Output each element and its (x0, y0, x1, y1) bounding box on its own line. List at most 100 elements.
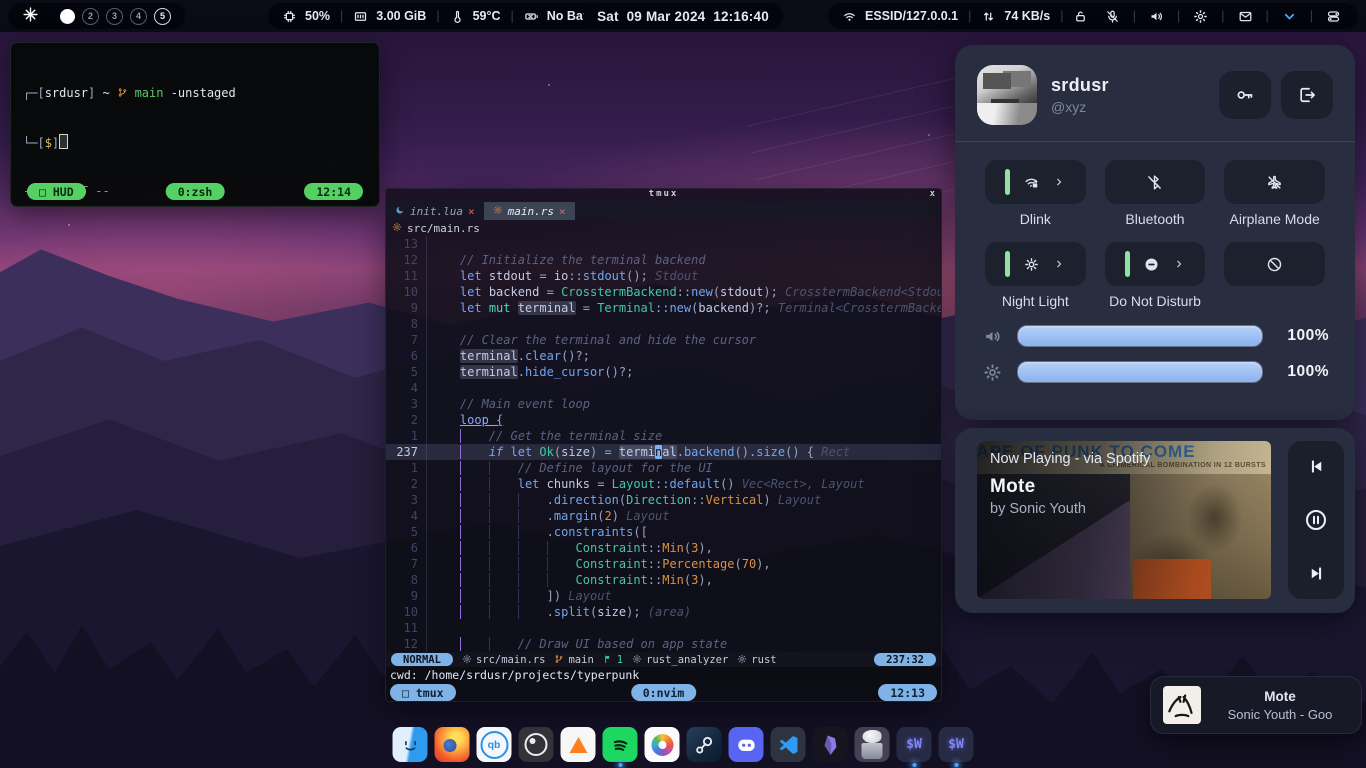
code-text: Constraint::Min(3), (431, 572, 713, 588)
clock[interactable]: Sat 09 Mar 2024 12:16:40 (583, 3, 783, 29)
toggle-dnd[interactable] (1105, 242, 1206, 286)
statusline-branch: main (568, 654, 593, 666)
media-notification[interactable]: Mote Sonic Youth - Goo (1150, 676, 1362, 734)
workspace-switcher[interactable]: 2345 (8, 3, 185, 29)
code-line[interactable]: 11 (386, 620, 941, 636)
toggle-nightlight[interactable] (985, 242, 1086, 286)
code-line[interactable]: 2 loop { (386, 412, 941, 428)
code-line[interactable]: 3 .direction(Direction::Vertical) Layout (386, 492, 941, 508)
toggle-bluetooth[interactable] (1105, 160, 1206, 204)
code-line[interactable]: 7 Constraint::Percentage(70), (386, 556, 941, 572)
dock-item-obsidian[interactable] (813, 727, 848, 762)
tmux-session-name[interactable]: □ tmux (390, 684, 456, 701)
code-line[interactable]: 8 Constraint::Min(3), (386, 572, 941, 588)
code-line[interactable]: 1 // Define layout for the UI (386, 460, 941, 476)
code-line[interactable]: 9 ]) Layout (386, 588, 941, 604)
chevron-right-icon[interactable] (1053, 176, 1065, 188)
code-line[interactable]: 6 terminal.clear()?; (386, 348, 941, 364)
workspace-2[interactable]: 2 (82, 8, 99, 25)
code-line[interactable]: 4 (386, 380, 941, 396)
workspace-5[interactable]: 5 (154, 8, 171, 25)
vpn-lock-icon (1073, 9, 1088, 24)
code-text: let mut terminal = Terminal::new(backend… (431, 300, 941, 316)
dock-item-sw-terminal-2[interactable]: $W (939, 727, 974, 762)
code-buffer[interactable]: 1312 // Initialize the terminal backend1… (386, 236, 941, 652)
code-line[interactable]: 10 let backend = CrosstermBackend::new(s… (386, 284, 941, 300)
volume-slider[interactable] (1017, 325, 1263, 347)
toggle-dlink[interactable] (985, 160, 1086, 204)
chevron-down-icon[interactable] (1282, 9, 1297, 24)
tab-init-lua[interactable]: init.lua × (386, 202, 484, 220)
track-artist: by Sonic Youth (990, 501, 1263, 517)
dock-item-firefox[interactable] (435, 727, 470, 762)
editor-window[interactable]: tmux x init.lua × main.rs × src/main.rs … (385, 188, 942, 702)
tmux-session-name[interactable]: □ HUD (27, 183, 86, 200)
pause-button[interactable] (1304, 508, 1328, 532)
logout-button[interactable] (1281, 71, 1333, 119)
workspace-4[interactable]: 4 (130, 8, 147, 25)
code-line[interactable]: 4 .margin(2) Layout (386, 508, 941, 524)
settings-gear-icon[interactable] (1193, 9, 1208, 24)
window-close-button[interactable]: x (930, 189, 935, 199)
quick-settings-icon[interactable] (1326, 9, 1341, 24)
dock-item-vscode[interactable] (771, 727, 806, 762)
code-line[interactable]: 3 // Main event loop (386, 396, 941, 412)
line-number: 4 (386, 380, 427, 396)
code-line[interactable]: 5 .constraints([ (386, 524, 941, 540)
tab-close-icon[interactable]: × (468, 205, 475, 218)
dock-item-steam[interactable] (687, 727, 722, 762)
dock-item-sw-terminal-1[interactable]: $W (897, 727, 932, 762)
code-line-current[interactable]: 237 if let Ok(size) = terminal.backend()… (386, 444, 941, 460)
temperature-value: 59°C (473, 9, 501, 23)
terminal-window[interactable]: ┌─[srdusr] ~ main -unstaged └─[$] -- INS… (10, 42, 380, 207)
rust-file-icon (493, 205, 503, 217)
editor-tabline: init.lua × main.rs × (386, 202, 941, 220)
code-line[interactable]: 7 // Clear the terminal and hide the cur… (386, 332, 941, 348)
code-line[interactable]: 9 let mut terminal = Terminal::new(backe… (386, 300, 941, 316)
dock-item-obs[interactable] (519, 727, 554, 762)
chevron-right-icon[interactable] (1053, 258, 1065, 270)
notifications-tray-icon[interactable] (1238, 9, 1253, 24)
code-text: // Initialize the terminal backend (431, 252, 706, 268)
sun-icon (1023, 256, 1040, 273)
line-number: 3 (386, 492, 427, 508)
code-line[interactable]: 13 (386, 236, 941, 252)
tab-close-icon[interactable]: × (559, 205, 566, 218)
code-line[interactable]: 12 // Draw UI based on app state (386, 636, 941, 652)
dock-item-qbittorrent[interactable]: qb (477, 727, 512, 762)
tmux-window-name[interactable]: 0:nvim (631, 684, 697, 701)
code-line[interactable]: 12 // Initialize the terminal backend (386, 252, 941, 268)
tab-main-rs[interactable]: main.rs × (484, 202, 575, 220)
cpu-usage: 50% (305, 9, 330, 23)
launcher-logo-icon[interactable] (22, 6, 39, 26)
dock-item-spotify[interactable] (603, 727, 638, 762)
code-line[interactable]: 5 terminal.hide_cursor()?; (386, 364, 941, 380)
code-text: terminal.hide_cursor()?; (431, 364, 633, 380)
dock-item-trash[interactable] (855, 727, 890, 762)
code-line[interactable]: 1 // Get the terminal size (386, 428, 941, 444)
brightness-slider[interactable] (1017, 361, 1263, 383)
previous-track-button[interactable] (1307, 457, 1326, 476)
code-line[interactable]: 11 let stdout = io::stdout(); Stdout (386, 268, 941, 284)
next-track-button[interactable] (1307, 564, 1326, 583)
toggle-blocked[interactable] (1224, 242, 1325, 286)
toggle-label: Airplane Mode (1230, 211, 1320, 228)
dock-item-photos[interactable] (645, 727, 680, 762)
toggle-airplane[interactable] (1224, 160, 1325, 204)
system-stats-group: 50% | 3.00 GiB | 59°C | No Bat (268, 3, 601, 29)
tmux-window-name[interactable]: 0:zsh (166, 183, 225, 200)
workspace-3[interactable]: 3 (106, 8, 123, 25)
code-line[interactable]: 10 .split(size); (area) (386, 604, 941, 620)
code-line[interactable]: 8 (386, 316, 941, 332)
code-line[interactable]: 6 Constraint::Min(3), (386, 540, 941, 556)
code-line[interactable]: 2 let chunks = Layout::default() Vec<Rec… (386, 476, 941, 492)
lock-keys-button[interactable] (1219, 71, 1271, 119)
avatar[interactable] (977, 65, 1037, 125)
dock-item-files[interactable] (393, 727, 428, 762)
workspace-1[interactable] (60, 9, 75, 24)
dock-item-vlc[interactable] (561, 727, 596, 762)
dock-item-discord[interactable] (729, 727, 764, 762)
volume-icon[interactable] (1149, 9, 1164, 24)
chevron-right-icon[interactable] (1173, 258, 1185, 270)
microphone-muted-icon[interactable] (1105, 9, 1120, 24)
